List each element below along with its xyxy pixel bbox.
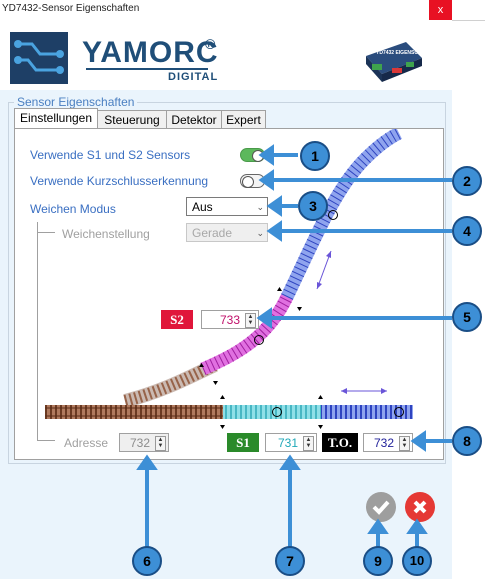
callout-8: 8: [452, 426, 482, 456]
callout-4: 4: [452, 216, 482, 246]
callout-7: 7: [275, 546, 305, 576]
callout-5: 5: [452, 302, 482, 332]
callout-arrows: [136, 144, 452, 548]
callout-6: 6: [132, 546, 162, 576]
callout-10: 10: [402, 546, 432, 576]
callout-1: 1: [300, 141, 330, 171]
callout-2: 2: [452, 166, 482, 196]
callout-3: 3: [298, 191, 328, 221]
callout-9: 9: [363, 546, 393, 576]
